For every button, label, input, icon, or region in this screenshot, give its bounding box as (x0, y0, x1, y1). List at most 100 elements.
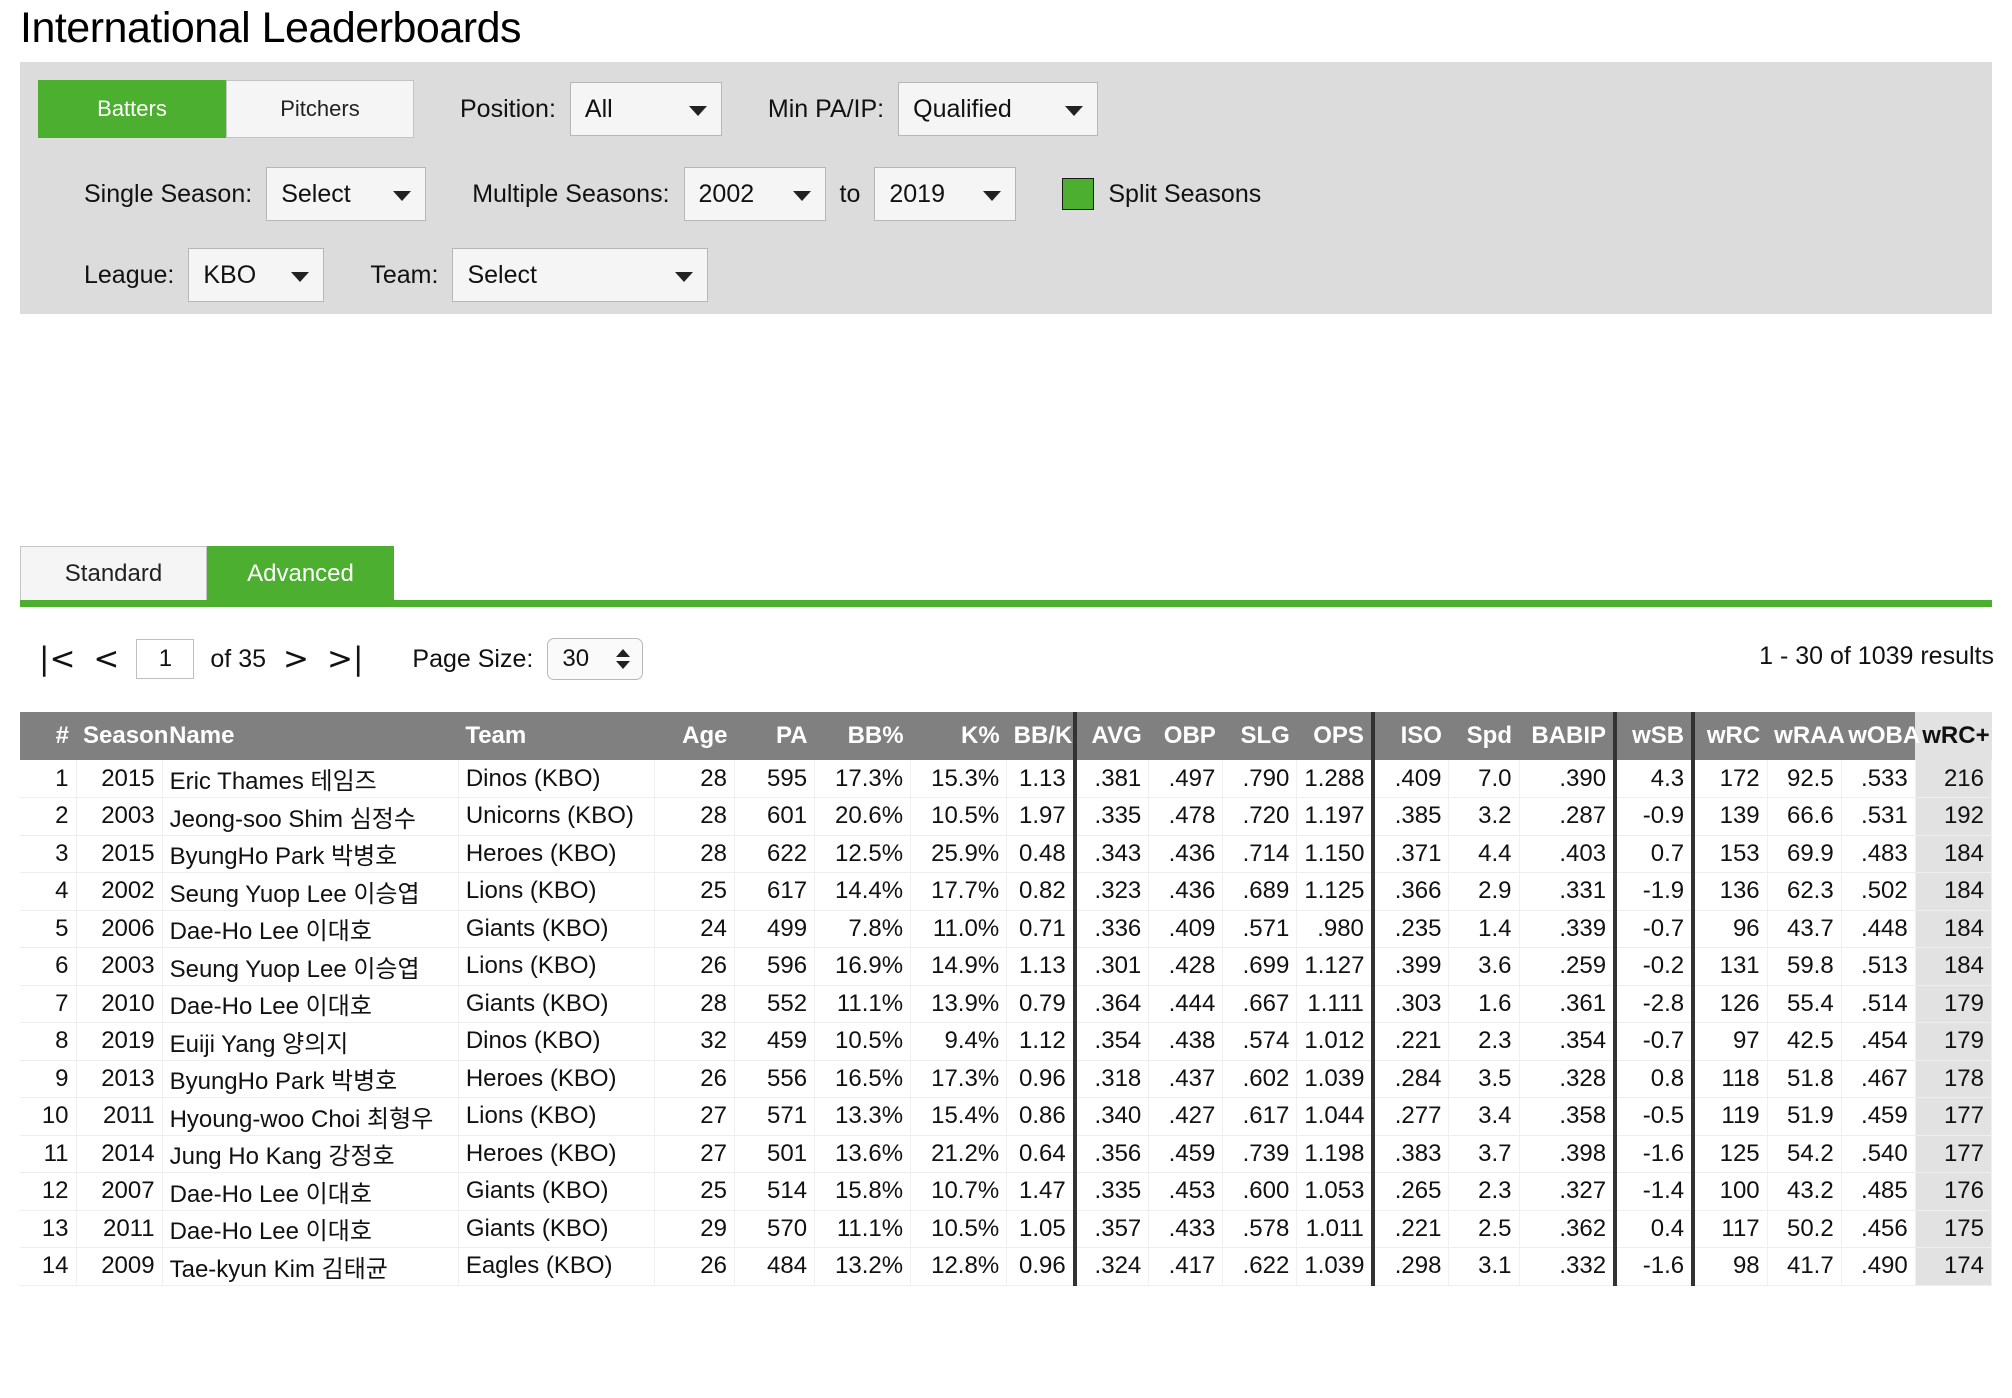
cell-name[interactable]: Dae-Ho Lee 이대호 (162, 985, 459, 1023)
cell-name[interactable]: Seung Yuop Lee 이승엽 (162, 947, 459, 986)
tab-standard[interactable]: Standard (20, 546, 207, 601)
cell-name[interactable]: Euiji Yang 양의지 (162, 1022, 459, 1061)
column-header-bb[interactable]: BB% (814, 712, 911, 760)
cell-spd: 2.3 (1448, 1172, 1520, 1211)
table-row: 7 2010 Dae-Ho Lee 이대호 Giants (KBO) 28 552 11.1… (20, 985, 1993, 1023)
column-header-name[interactable]: Name (162, 712, 459, 760)
cell-wrcp: 177 (1915, 1097, 1993, 1136)
min-pa-ip-select[interactable]: Qualified (898, 82, 1099, 136)
column-header-wsb[interactable]: wSB (1613, 712, 1694, 760)
single-season-label: Single Season: (84, 179, 253, 208)
cell-iso: .221 (1370, 1022, 1450, 1061)
cell-name[interactable]: ByungHo Park 박병호 (162, 835, 459, 873)
team-select[interactable]: Select (452, 248, 709, 302)
cell-spd: 3.1 (1448, 1247, 1520, 1286)
pitchers-tab[interactable]: Pitchers (226, 80, 414, 138)
cell-team[interactable]: Heroes (KBO) (458, 835, 655, 873)
prev-page-button[interactable]: < (84, 643, 128, 675)
cell-wrc: 118 (1691, 1060, 1768, 1098)
cell-bb: 11.1% (814, 985, 912, 1023)
column-header-wrcp[interactable]: wRC+ (1915, 712, 1992, 760)
cell-obp: .444 (1148, 985, 1224, 1023)
cell-name[interactable]: Jeong-soo Shim 심정수 (162, 797, 459, 836)
cell-team[interactable]: Dinos (KBO) (458, 760, 655, 798)
position-select[interactable]: All (569, 82, 722, 136)
column-header-k[interactable]: K% (910, 712, 1007, 760)
column-header-wrc[interactable]: wRC (1691, 712, 1768, 760)
cell-season: 2019 (76, 1022, 163, 1061)
first-page-button[interactable]: |< (30, 643, 84, 675)
page-size-select[interactable]: 30 (547, 638, 644, 680)
page-number-input[interactable] (136, 639, 195, 679)
cell-obp: .459 (1148, 1135, 1224, 1173)
column-header-woba[interactable]: wOBA (1841, 712, 1920, 760)
cell-bb: 10.5% (814, 1022, 912, 1061)
cell-bbk: 1.13 (1006, 947, 1076, 986)
cell-obp: .436 (1148, 872, 1224, 911)
cell-name[interactable]: Eric Thames 테임즈 (162, 760, 459, 798)
column-header-pa[interactable]: PA (734, 712, 815, 760)
table-row: 8 2019 Euiji Yang 양의지 Dinos (KBO) 32 459 10.5%… (20, 1022, 1993, 1061)
cell-team[interactable]: Heroes (KBO) (458, 1060, 655, 1098)
column-header-iso[interactable]: ISO (1370, 712, 1449, 760)
cell-bb: 13.6% (814, 1135, 912, 1173)
cell-wrcp: 177 (1915, 1135, 1993, 1173)
season-to-select[interactable]: 2019 (874, 167, 1017, 221)
column-header-age[interactable]: Age (654, 712, 735, 760)
cell-team[interactable]: Lions (KBO) (458, 872, 655, 911)
column-header-season[interactable]: Season (76, 712, 168, 760)
table-row: 13 2011 Dae-Ho Lee 이대호 Giants (KBO) 29 570 11.… (20, 1210, 1993, 1248)
team-value: Select (467, 260, 537, 289)
column-header-spd[interactable]: Spd (1448, 712, 1519, 760)
column-header-rank[interactable]: # (20, 712, 77, 760)
cell-team[interactable]: Giants (KBO) (458, 1210, 655, 1248)
league-select[interactable]: KBO (188, 248, 325, 302)
cell-name[interactable]: Hyoung-woo Choi 최형우 (162, 1097, 459, 1136)
cell-name[interactable]: Tae-kyun Kim 김태균 (162, 1247, 459, 1286)
cell-team[interactable]: Dinos (KBO) (458, 1022, 655, 1061)
split-seasons-checkbox[interactable] (1062, 178, 1095, 210)
cell-team[interactable]: Heroes (KBO) (458, 1135, 655, 1173)
tab-advanced[interactable]: Advanced (207, 546, 394, 601)
cell-team[interactable]: Giants (KBO) (458, 1172, 655, 1211)
single-season-select[interactable]: Select (266, 167, 427, 221)
column-header-obp[interactable]: OBP (1148, 712, 1223, 760)
column-header-team[interactable]: Team (458, 712, 655, 760)
cell-name[interactable]: Jung Ho Kang 강정호 (162, 1135, 459, 1173)
column-header-slg[interactable]: SLG (1222, 712, 1297, 760)
cell-age: 27 (654, 1135, 736, 1173)
column-header-babip[interactable]: BABIP (1519, 712, 1616, 760)
column-header-avg[interactable]: AVG (1072, 712, 1149, 760)
cell-bb: 16.5% (814, 1060, 912, 1098)
batters-tab[interactable]: Batters (38, 80, 226, 138)
column-header-wraa[interactable]: wRAA (1767, 712, 1845, 760)
cell-bbk: 0.48 (1006, 835, 1076, 873)
cell-rank: 8 (20, 1022, 77, 1061)
cell-iso: .409 (1370, 760, 1450, 798)
cell-name[interactable]: ByungHo Park 박병호 (162, 1060, 459, 1098)
cell-age: 28 (654, 985, 736, 1023)
cell-age: 29 (654, 1210, 736, 1248)
column-header-ops[interactable]: OPS (1296, 712, 1373, 760)
cell-slg: .689 (1222, 872, 1298, 911)
cell-wraa: 43.7 (1767, 910, 1842, 948)
cell-team[interactable]: Giants (KBO) (458, 910, 655, 948)
cell-name[interactable]: Dae-Ho Lee 이대호 (162, 1210, 459, 1248)
season-from-select[interactable]: 2002 (683, 167, 826, 221)
cell-team[interactable]: Giants (KBO) (458, 985, 655, 1023)
cell-team[interactable]: Eagles (KBO) (458, 1247, 655, 1286)
cell-bbk: 1.12 (1006, 1022, 1076, 1061)
cell-iso: .303 (1370, 985, 1450, 1023)
last-page-button[interactable]: >| (318, 643, 372, 675)
cell-pa: 459 (734, 1022, 816, 1061)
cell-name[interactable]: Dae-Ho Lee 이대호 (162, 910, 459, 948)
cell-team[interactable]: Lions (KBO) (458, 1097, 655, 1136)
cell-team[interactable]: Lions (KBO) (458, 947, 655, 986)
cell-team[interactable]: Unicorns (KBO) (458, 797, 655, 836)
cell-name[interactable]: Dae-Ho Lee 이대호 (162, 1172, 459, 1211)
next-page-button[interactable]: > (274, 643, 318, 675)
column-header-bbk[interactable]: BB/K (1006, 712, 1075, 760)
cell-slg: .617 (1222, 1097, 1298, 1136)
cell-pa: 556 (734, 1060, 816, 1098)
cell-name[interactable]: Seung Yuop Lee 이승엽 (162, 872, 459, 911)
